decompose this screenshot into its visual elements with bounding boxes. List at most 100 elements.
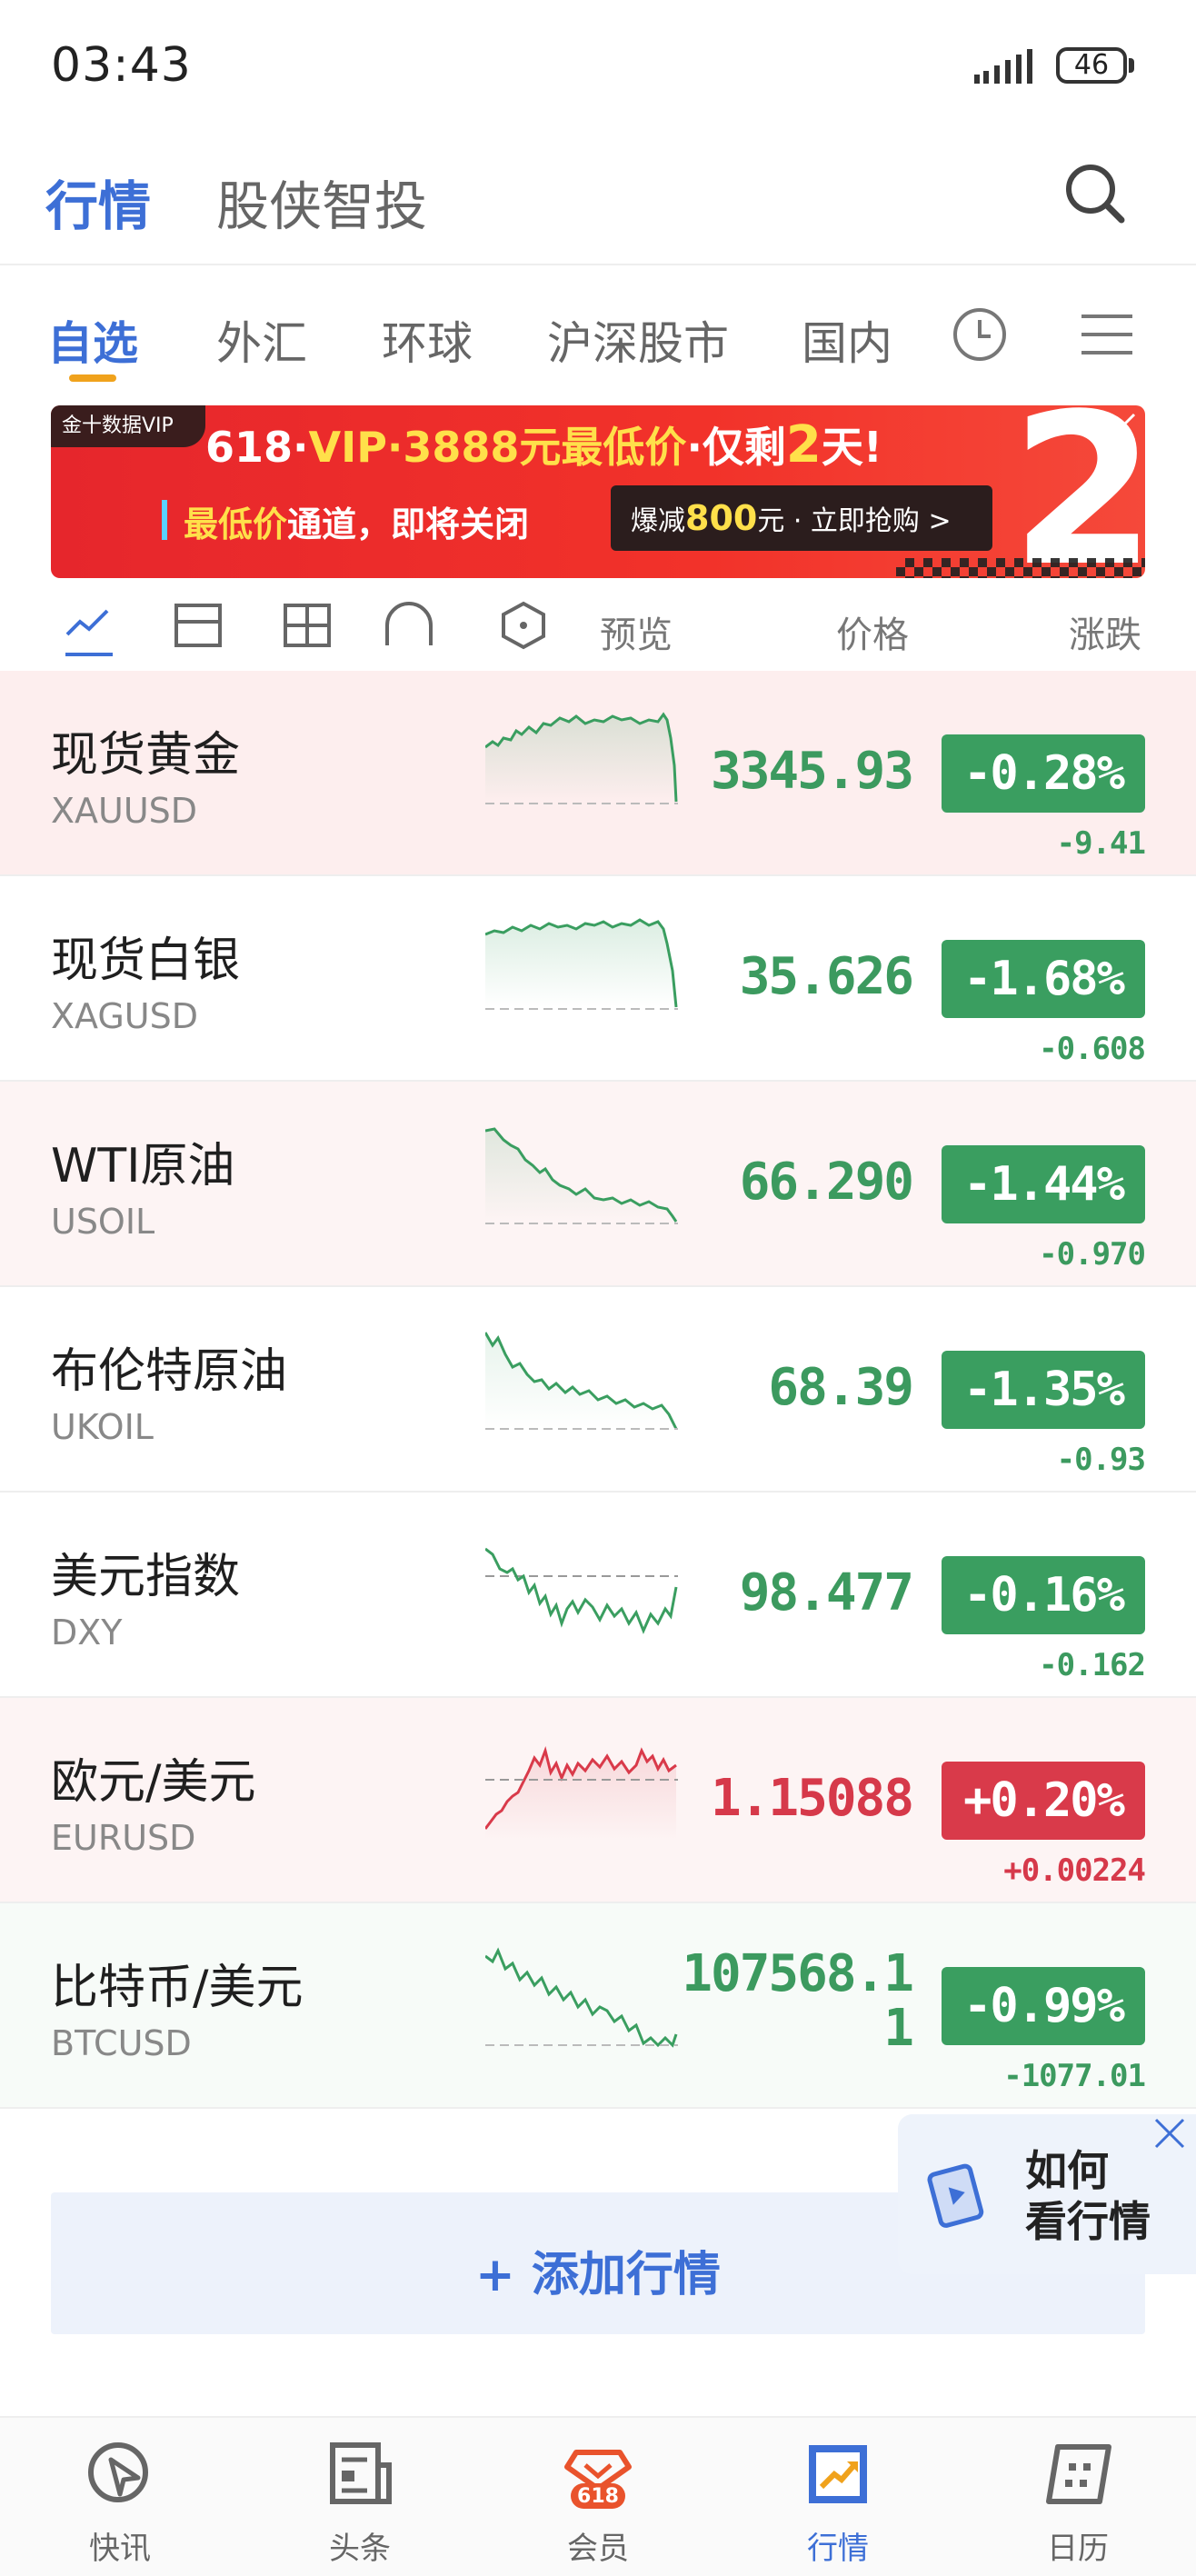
quote-price: 35.626 — [739, 947, 914, 1006]
quote-row[interactable]: 美元指数 DXY 98.477 -0.16% -0.162 — [0, 1493, 1196, 1698]
column-change[interactable]: 涨跌 — [1069, 605, 1141, 658]
nav-calendar[interactable]: 日历 — [996, 2418, 1160, 2576]
status-time: 03:43 — [51, 38, 192, 93]
bottom-navigation: 快讯 头条 618 会员 行情 日历 — [0, 2416, 1196, 2576]
quote-name: 欧元/美元 — [51, 1755, 256, 1810]
quote-price: 3345.93 — [710, 742, 914, 801]
promo-banner[interactable]: 金十数据VIP 618·VIP·3888元最低价·仅剩2天! 最低价通道，即将关… — [51, 405, 1145, 578]
quote-price: 68.39 — [768, 1358, 914, 1417]
nav-member[interactable]: 618 会员 — [516, 2418, 680, 2576]
quote-change-percent-badge[interactable]: -0.99% — [942, 1967, 1145, 2045]
nav-label: 行情 — [807, 2531, 869, 2567]
sparkline-chart — [485, 1332, 678, 1430]
quote-name: 现货白银 — [51, 934, 241, 988]
subtab-forex[interactable]: 外汇 — [216, 307, 307, 373]
quote-price: 107568.1 1 — [682, 1944, 914, 2058]
sub-tabs: 自选 外汇 环球 沪深股市 国内 — [0, 264, 1196, 400]
line-view-icon[interactable] — [64, 600, 115, 651]
quote-row[interactable]: 布伦特原油 UKOIL 68.39 -1.35% -0.93 — [0, 1287, 1196, 1493]
nav-label: 快讯 — [89, 2531, 151, 2567]
view-toolbar: 预览 价格 涨跌 — [0, 578, 1196, 669]
calendar-icon — [1046, 2444, 1111, 2504]
subtab-a-shares[interactable]: 沪深股市 — [547, 307, 729, 373]
nav-label: 日历 — [1047, 2531, 1109, 2567]
quote-code: DXY — [51, 1612, 123, 1652]
list-view-icon[interactable] — [173, 600, 224, 651]
quote-name: 现货黄金 — [51, 728, 241, 783]
quote-name: 布伦特原油 — [51, 1344, 288, 1399]
quote-change-value: +0.00224 — [1003, 1852, 1146, 1889]
tab-market[interactable]: 行情 — [45, 164, 151, 240]
subtab-watchlist[interactable]: 自选 — [47, 307, 138, 373]
menu-icon[interactable] — [1078, 309, 1136, 360]
active-tab-indicator — [69, 374, 116, 382]
sparkline-chart — [485, 1745, 678, 1840]
quote-code: BTCUSD — [51, 2023, 192, 2063]
quote-change-value: -0.608 — [1039, 1031, 1146, 1067]
flash-news-icon — [88, 2442, 148, 2502]
quote-name: WTI原油 — [51, 1139, 235, 1193]
svg-text:618: 618 — [577, 2485, 619, 2508]
market-chart-icon — [809, 2445, 867, 2503]
quote-name: 美元指数 — [51, 1550, 241, 1604]
quote-row[interactable]: 比特币/美元 BTCUSD 107568.1 1 -0.99% -1077.01 — [0, 1903, 1196, 2109]
banner-subline: 最低价通道，即将关闭 — [184, 504, 530, 544]
nav-market[interactable]: 行情 — [756, 2418, 920, 2576]
quote-change-value: -0.970 — [1039, 1236, 1146, 1273]
quote-code: XAGUSD — [51, 996, 199, 1036]
nav-headlines[interactable]: 头条 — [278, 2418, 442, 2576]
how-to-close-icon[interactable] — [1151, 2114, 1189, 2152]
arc-view-icon[interactable] — [384, 600, 434, 651]
quote-change-percent-badge[interactable]: -1.35% — [942, 1351, 1145, 1429]
view-active-indicator — [65, 653, 113, 656]
subtab-domestic[interactable]: 国内 — [802, 307, 892, 373]
quote-change-value: -9.41 — [1056, 825, 1146, 862]
member-icon: 618 — [564, 2450, 632, 2509]
nav-flash-news[interactable]: 快讯 — [38, 2418, 202, 2576]
quote-change-percent-badge[interactable]: +0.20% — [942, 1762, 1145, 1840]
nav-label: 会员 — [567, 2531, 629, 2567]
banner-close-icon[interactable] — [1105, 411, 1138, 444]
quote-code: UKOIL — [51, 1407, 154, 1447]
battery-level: 46 — [1056, 47, 1127, 84]
status-bar: 03:43 46 — [0, 0, 1196, 145]
tab-smart-invest[interactable]: 股侠智投 — [216, 164, 427, 240]
quote-code: EURUSD — [51, 1818, 196, 1858]
quote-change-percent-badge[interactable]: -1.44% — [942, 1145, 1145, 1223]
quote-price: 66.290 — [739, 1153, 914, 1212]
banner-checker-pattern — [896, 558, 1145, 578]
quote-change-percent-badge[interactable]: -1.68% — [942, 940, 1145, 1018]
nav-label: 头条 — [329, 2531, 391, 2567]
sparkline-chart — [485, 712, 678, 804]
quote-row[interactable]: WTI原油 USOIL 66.290 -1.44% -0.970 — [0, 1082, 1196, 1287]
sparkline-chart — [485, 1947, 678, 2048]
quote-change-percent-badge[interactable]: -0.28% — [942, 734, 1145, 813]
search-icon[interactable] — [1061, 160, 1127, 225]
banner-headline: 618·VIP·3888元最低价·仅剩2天! — [205, 415, 882, 474]
quote-code: USOIL — [51, 1202, 155, 1242]
quote-row[interactable]: 欧元/美元 EURUSD 1.15088 +0.20% +0.00224 — [0, 1698, 1196, 1903]
column-preview: 预览 — [600, 614, 673, 656]
signal-icon — [974, 49, 1032, 84]
sparkline-chart — [485, 1547, 678, 1634]
hexagon-view-icon[interactable] — [498, 600, 549, 651]
guide-book-icon — [927, 2163, 984, 2228]
quote-row[interactable]: 现货白银 XAGUSD 35.626 -1.68% -0.608 — [0, 876, 1196, 1082]
quote-name: 比特币/美元 — [51, 1961, 304, 2015]
banner-brand-logo: 金十数据VIP — [51, 405, 205, 447]
quote-change-value: -1077.01 — [1003, 2058, 1146, 2094]
quote-change-percent-badge[interactable]: -0.16% — [942, 1556, 1145, 1634]
top-header: 行情 股侠智投 — [0, 145, 1196, 265]
clock-icon[interactable] — [951, 305, 1009, 364]
banner-cta-button[interactable]: 爆减800元 · 立即抢购 > — [611, 485, 992, 551]
how-to-text: 如何 看行情 — [1025, 2146, 1151, 2246]
column-price[interactable]: 价格 — [836, 605, 909, 658]
sparkline-chart — [485, 1127, 678, 1224]
quote-price: 98.477 — [739, 1563, 914, 1622]
quote-code: XAUUSD — [51, 791, 198, 831]
quote-row[interactable]: 现货黄金 XAUUSD 3345.93 -0.28% -9.41 — [0, 671, 1196, 876]
quote-change-value: -0.162 — [1039, 1647, 1146, 1683]
subtab-global[interactable]: 环球 — [382, 307, 473, 373]
grid-view-icon[interactable] — [282, 600, 333, 651]
quote-price: 1.15088 — [710, 1769, 914, 1828]
